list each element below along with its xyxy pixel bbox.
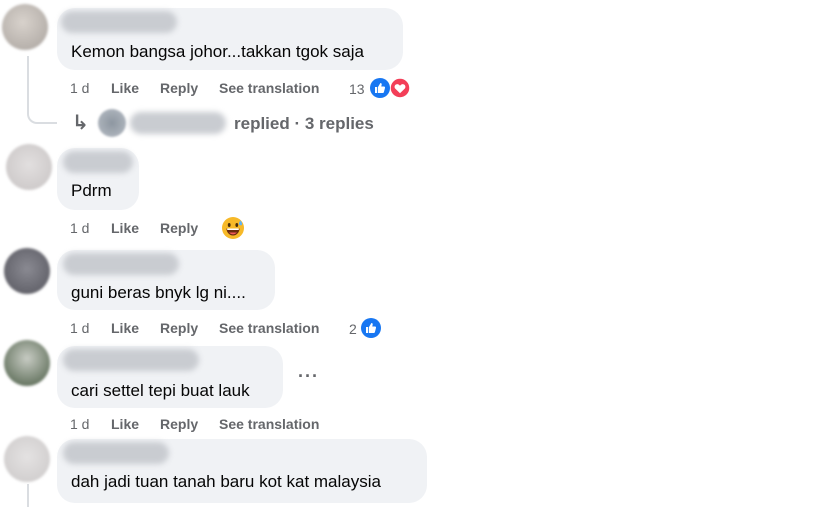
avatar[interactable] [2,4,48,50]
thread-connector-line-bottom [27,484,29,507]
see-translation-button[interactable]: See translation [219,320,319,336]
replies-count-text: replied · 3 replies [234,114,374,133]
reply-button[interactable]: Reply [160,80,198,96]
comment-text: cari settel tepi buat lauk [71,381,250,400]
replier-avatar [98,109,126,137]
author-name-redacted[interactable] [63,151,133,173]
comment-bubble: Pdrm [57,148,139,210]
comment-bubble: dah jadi tuan tanah baru kot kat malaysi… [57,439,427,503]
author-name-redacted[interactable] [61,11,177,33]
see-translation-button[interactable]: See translation [219,416,319,432]
avatar[interactable] [4,436,50,482]
comment-text: guni beras bnyk lg ni.... [71,283,246,302]
comment-text: dah jadi tuan tanah baru kot kat malaysi… [71,472,381,491]
view-replies-link[interactable]: ↳ replied · 3 replies [70,108,390,138]
comment-text: Pdrm [71,181,112,200]
like-button[interactable]: Like [111,416,139,432]
like-button[interactable]: Like [111,220,139,236]
reply-button[interactable]: Reply [160,320,198,336]
timestamp[interactable]: 1 d [70,220,89,236]
like-button[interactable]: Like [111,320,139,336]
thread-connector-line [27,56,57,124]
comment-bubble: guni beras bnyk lg ni.... [57,250,275,310]
reaction-count[interactable]: 2 [349,321,357,337]
reply-button[interactable]: Reply [160,416,198,432]
comment-text: Kemon bangsa johor...takkan tgok saja [71,42,364,61]
avatar[interactable] [6,144,52,190]
replier-name-redacted [130,112,226,134]
like-icon[interactable] [370,78,390,98]
more-options-button[interactable]: ··· [298,366,319,387]
timestamp[interactable]: 1 d [70,416,89,432]
author-name-redacted[interactable] [63,349,199,371]
reply-button[interactable]: Reply [160,220,198,236]
author-name-redacted[interactable] [63,442,169,464]
see-translation-button[interactable]: See translation [219,80,319,96]
comment-bubble: Kemon bangsa johor...takkan tgok saja [57,8,403,70]
author-name-redacted[interactable] [63,253,179,275]
avatar[interactable] [4,248,50,294]
timestamp[interactable]: 1 d [70,80,89,96]
reaction-count[interactable]: 13 [349,81,365,97]
like-button[interactable]: Like [111,80,139,96]
reply-arrow-icon: ↳ [72,112,89,134]
grinning-sweat-emoji-icon[interactable] [221,216,245,240]
comment-bubble: cari settel tepi buat lauk [57,346,283,408]
avatar[interactable] [4,340,50,386]
love-icon[interactable] [390,78,410,98]
timestamp[interactable]: 1 d [70,320,89,336]
like-icon[interactable] [361,318,381,338]
